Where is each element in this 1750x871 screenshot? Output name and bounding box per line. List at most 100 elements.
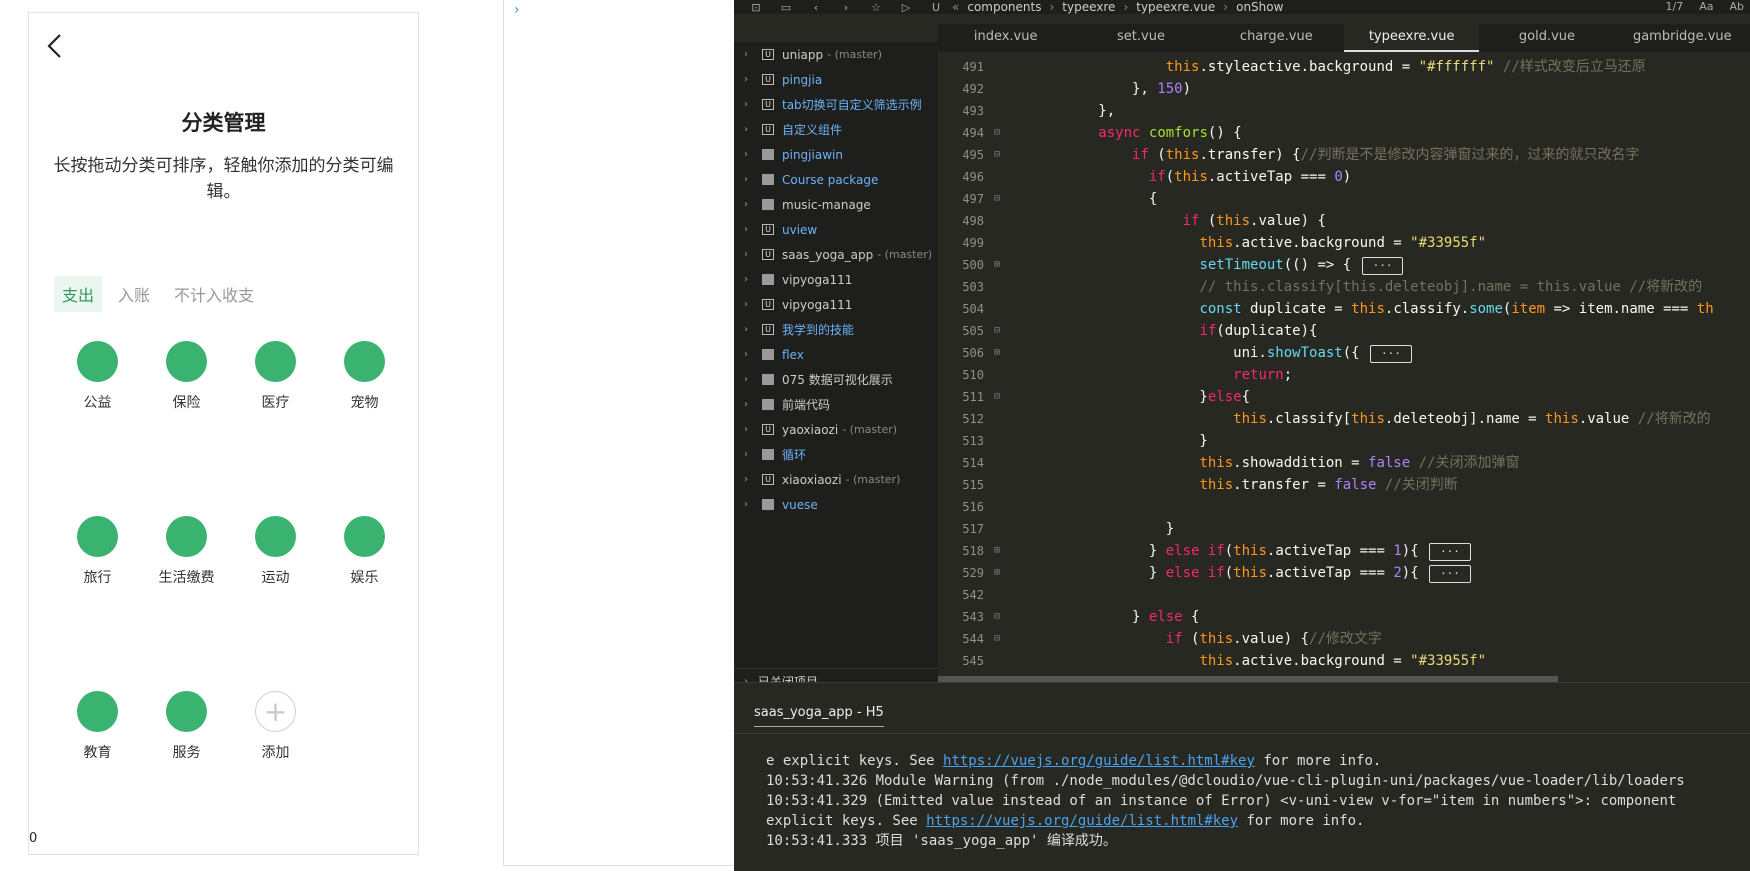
code-line: 544 ⊟ if (this.value) {//修改文字 — [938, 628, 1750, 650]
code-line: 496 if(this.activeTap === 0) — [938, 166, 1750, 188]
forward-icon[interactable]: › — [838, 1, 854, 14]
file-tab[interactable]: charge.vue — [1209, 24, 1344, 52]
project-item[interactable]: › 075 数据可视化展示 — [734, 367, 938, 392]
chevron-right-icon: › — [744, 249, 748, 260]
code-editor[interactable]: 491 this.styleactive.background = "#ffff… — [938, 56, 1750, 680]
chevron-right-icon[interactable]: › — [514, 2, 520, 18]
breadcrumb-item[interactable]: onShow — [1236, 0, 1283, 14]
line-number: 506 — [962, 346, 984, 360]
chevron-right-icon: › — [744, 224, 748, 235]
debug-text: 0 — [29, 831, 38, 846]
back-icon[interactable]: ‹ — [808, 1, 824, 14]
project-item[interactable]: › Uxiaoxiaozi - (master) — [734, 467, 938, 492]
console-output: e explicit keys. See https://vuejs.org/g… — [766, 751, 1746, 851]
match-case-icon[interactable]: Aa — [1699, 0, 1713, 13]
project-item[interactable]: › U 我学到的技能 — [734, 317, 938, 342]
star-icon[interactable]: ☆ — [868, 1, 884, 14]
file-tab[interactable]: index.vue — [938, 24, 1073, 52]
fold-toggle-icon[interactable]: ⊟ — [990, 386, 1004, 408]
code-line: 491 this.styleactive.background = "#ffff… — [938, 56, 1750, 78]
project-item[interactable]: › Uvipyoga111 — [734, 292, 938, 317]
fold-toggle-icon[interactable]: ⊞ — [990, 254, 1004, 276]
project-item[interactable]: › vipyoga111 — [734, 267, 938, 292]
project-item[interactable]: › Upingjia — [734, 67, 938, 92]
category-icon — [166, 516, 207, 557]
file-tab[interactable]: gambridge.vue — [1615, 24, 1750, 52]
chevron-right-icon: › — [744, 49, 748, 60]
category-item[interactable]: 服务 — [142, 691, 231, 762]
fold-gutter — [990, 518, 1004, 540]
fold-toggle-icon[interactable]: ⊟ — [990, 320, 1004, 342]
fold-toggle-icon[interactable]: ⊟ — [990, 628, 1004, 650]
category-label: 运动 — [261, 570, 290, 586]
fold-gutter — [990, 298, 1004, 320]
breadcrumb-item[interactable]: typeexre.vue — [1136, 0, 1215, 14]
fold-toggle-icon[interactable]: ⊟ — [990, 122, 1004, 144]
category-item[interactable]: 保险 — [142, 341, 231, 412]
add-category-button[interactable]: + 添加 — [231, 691, 320, 762]
category-icon — [166, 691, 207, 732]
project-item[interactable]: › 循环 — [734, 442, 938, 467]
file-tab-active[interactable]: typeexre.vue — [1343, 24, 1480, 52]
category-item[interactable]: 娱乐 — [320, 516, 409, 587]
line-number: 511 — [962, 390, 984, 404]
fold-gutter — [990, 210, 1004, 232]
folder-icon — [762, 349, 774, 360]
project-item[interactable]: › Utab切换可自定义筛选示例 — [734, 92, 938, 117]
tab-income[interactable]: 入账 — [110, 276, 158, 312]
project-item[interactable]: › flex — [734, 342, 938, 367]
project-item[interactable]: › Course package — [734, 167, 938, 192]
project-item[interactable]: › vuese — [734, 492, 938, 517]
uni-project-icon: U — [762, 224, 774, 235]
fold-gutter — [990, 584, 1004, 606]
file-tab[interactable]: gold.vue — [1479, 24, 1614, 52]
fold-toggle-icon[interactable]: ⊞ — [990, 562, 1004, 584]
console-link[interactable]: https://vuejs.org/guide/list.html#key — [943, 753, 1255, 769]
fold-gutter — [990, 232, 1004, 254]
breadcrumb-item[interactable]: typeexre — [1062, 0, 1115, 14]
category-item[interactable]: 公益 — [53, 341, 142, 412]
file-tab[interactable]: set.vue — [1073, 24, 1208, 52]
category-item[interactable]: 旅行 — [53, 516, 142, 587]
project-name: tab切换可自定义筛选示例 — [782, 98, 922, 112]
chevron-right-icon: › — [744, 399, 748, 410]
chevron-right-icon: › — [744, 199, 748, 210]
tab-excluded[interactable]: 不计入收支 — [166, 276, 262, 312]
console-panel: saas_yoga_app - H5 e explicit keys. See … — [734, 682, 1750, 871]
uni-project-icon: U — [762, 324, 774, 335]
project-item[interactable]: › 前端代码 — [734, 392, 938, 417]
console-link[interactable]: https://vuejs.org/guide/list.html#key — [926, 813, 1238, 829]
category-item[interactable]: 生活缴费 — [142, 516, 231, 587]
fold-toggle-icon[interactable]: ⊞ — [990, 540, 1004, 562]
category-item[interactable]: 运动 — [231, 516, 320, 587]
fold-toggle-icon[interactable]: ⊟ — [990, 606, 1004, 628]
whole-word-icon[interactable]: Ab — [1729, 0, 1744, 13]
run-icon[interactable]: ▷ — [898, 1, 914, 14]
project-item[interactable]: › Uuview — [734, 217, 938, 242]
add-label: 添加 — [261, 745, 290, 761]
category-item[interactable]: 教育 — [53, 691, 142, 762]
console-tab[interactable]: saas_yoga_app - H5 — [754, 705, 884, 727]
category-item[interactable]: 宠物 — [320, 341, 409, 412]
uni-project-icon: U — [762, 249, 774, 260]
project-item[interactable]: › Usaas_yoga_app - (master) — [734, 242, 938, 267]
breadcrumb-item[interactable]: components — [967, 0, 1041, 14]
fold-toggle-icon[interactable]: ⊞ — [990, 342, 1004, 364]
project-name: music-manage — [782, 197, 871, 212]
project-item[interactable]: › music-manage — [734, 192, 938, 217]
project-item[interactable]: › U 自定义组件 — [734, 117, 938, 142]
fold-toggle-icon[interactable]: ⊟ — [990, 144, 1004, 166]
category-item[interactable]: 医疗 — [231, 341, 320, 412]
console-text: 10:53:41.326 Module Warning (from ./node… — [766, 773, 1685, 789]
uni-project-icon: U — [762, 474, 774, 485]
project-item[interactable]: › Uyaoxiaozi - (master) — [734, 417, 938, 442]
save-icon[interactable]: ▭ — [778, 1, 794, 14]
tab-expense[interactable]: 支出 — [54, 276, 103, 312]
project-item[interactable]: › pingjiawin — [734, 142, 938, 167]
fold-toggle-icon[interactable]: ⊟ — [990, 188, 1004, 210]
project-item[interactable]: › Uuniapp - (master) — [734, 42, 938, 67]
console-text: 10:53:41.333 项目 'saas_yoga_app' 编译成功。 — [766, 833, 1117, 849]
collapse-icon[interactable]: ⊡ — [748, 1, 764, 14]
uni-icon: U — [931, 0, 941, 14]
back-arrow-icon[interactable] — [43, 31, 67, 61]
